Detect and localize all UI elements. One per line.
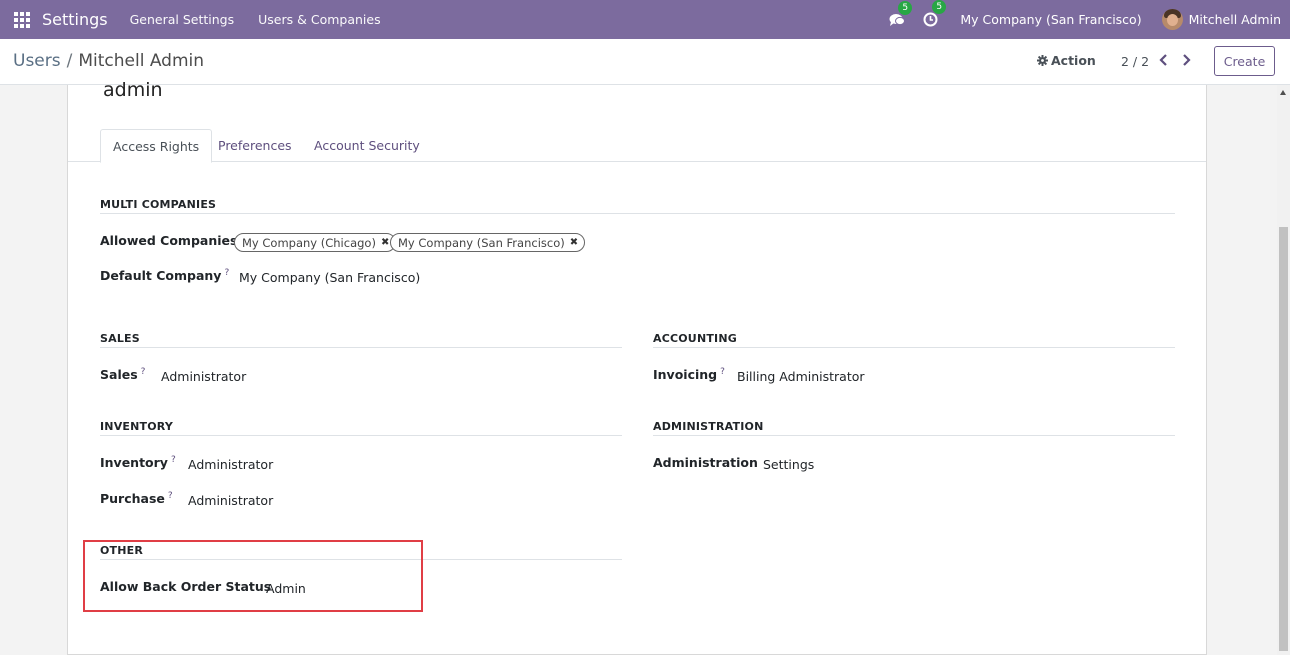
help-icon[interactable]: ? xyxy=(141,367,146,377)
breadcrumb: Users / Mitchell Admin xyxy=(13,51,204,71)
inventory-label: Inventory? xyxy=(100,455,176,470)
help-icon[interactable]: ? xyxy=(720,367,725,377)
group-title-inventory: INVENTORY xyxy=(100,420,174,433)
action-label: Action xyxy=(1051,53,1096,68)
messages-count-badge: 5 xyxy=(898,0,913,15)
administration-field[interactable]: Settings xyxy=(763,457,814,472)
help-icon[interactable]: ? xyxy=(224,268,229,278)
user-menu[interactable]: Mitchell Admin xyxy=(1161,9,1281,30)
group-divider xyxy=(100,213,1175,214)
menu-general-settings[interactable]: General Settings xyxy=(130,12,235,27)
chevron-right-icon[interactable] xyxy=(1180,53,1192,67)
group-title-sales: SALES xyxy=(100,332,140,345)
tag-remove-icon[interactable]: ✖ xyxy=(570,237,578,248)
tag-remove-icon[interactable]: ✖ xyxy=(381,237,389,248)
notebook-tabs: Access Rights Preferences Account Securi… xyxy=(68,129,1206,163)
inventory-label-text: Inventory xyxy=(100,455,168,471)
invoicing-field[interactable]: Billing Administrator xyxy=(737,369,865,384)
group-divider xyxy=(100,435,622,436)
activities-count-badge: 5 xyxy=(932,0,947,14)
login-field[interactable]: admin xyxy=(103,79,163,101)
tag-label: My Company (Chicago) xyxy=(242,235,376,250)
tab-account-security[interactable]: Account Security xyxy=(302,129,432,162)
group-title-multi-companies: MULTI COMPANIES xyxy=(100,198,217,211)
breadcrumb-current: Mitchell Admin xyxy=(78,51,205,71)
clock-icon xyxy=(923,12,938,27)
sales-field[interactable]: Administrator xyxy=(161,369,246,384)
messages-button[interactable]: 5 xyxy=(889,0,913,27)
avatar xyxy=(1161,9,1183,30)
tab-access-rights[interactable]: Access Rights xyxy=(100,129,213,163)
scroll-up-arrow-icon[interactable] xyxy=(1280,90,1286,95)
allowed-company-tag: My Company (San Francisco) ✖ xyxy=(390,233,586,252)
control-panel: Users / Mitchell Admin Action 2 / 2 Create xyxy=(0,39,1290,85)
company-switcher[interactable]: My Company (San Francisco) xyxy=(960,12,1141,27)
top-navbar: Settings General Settings Users & Compan… xyxy=(0,0,1290,39)
purchase-label: Purchase? xyxy=(100,491,173,506)
default-company-label: Default Company? xyxy=(100,268,229,283)
chat-icon xyxy=(889,13,906,26)
group-title-accounting: ACCOUNTING xyxy=(653,332,737,345)
group-divider xyxy=(653,435,1175,436)
group-divider xyxy=(100,347,622,348)
purchase-field[interactable]: Administrator xyxy=(188,493,273,508)
help-icon[interactable]: ? xyxy=(171,455,176,465)
app-name[interactable]: Settings xyxy=(42,10,108,29)
default-company-label-text: Default Company xyxy=(100,268,222,284)
highlight-annotation xyxy=(83,540,423,612)
user-name: Mitchell Admin xyxy=(1188,12,1281,27)
scrollbar-thumb[interactable] xyxy=(1279,227,1288,651)
gear-icon xyxy=(1037,55,1048,66)
invoicing-label: Invoicing? xyxy=(653,367,725,382)
apps-menu-icon[interactable] xyxy=(14,11,30,28)
default-company-field[interactable]: My Company (San Francisco) xyxy=(239,270,420,285)
invoicing-label-text: Invoicing xyxy=(653,367,718,383)
breadcrumb-users-link[interactable]: Users xyxy=(13,51,61,71)
action-button[interactable]: Action xyxy=(1037,53,1096,68)
inventory-field[interactable]: Administrator xyxy=(188,457,273,472)
menu-users-companies[interactable]: Users & Companies xyxy=(258,12,380,27)
administration-label: Administration xyxy=(653,455,758,470)
allowed-companies-label: Allowed Companies xyxy=(100,233,238,248)
help-icon[interactable]: ? xyxy=(168,491,173,501)
sales-label: Sales? xyxy=(100,367,145,382)
group-title-administration: ADMINISTRATION xyxy=(653,420,764,433)
group-divider xyxy=(653,347,1175,348)
create-button[interactable]: Create xyxy=(1214,46,1275,76)
tab-preferences[interactable]: Preferences xyxy=(206,129,304,162)
sales-label-text: Sales xyxy=(100,367,138,383)
purchase-label-text: Purchase xyxy=(100,491,165,507)
vertical-scrollbar[interactable] xyxy=(1277,85,1290,655)
pager-value[interactable]: 2 / 2 xyxy=(1121,54,1149,69)
tag-label: My Company (San Francisco) xyxy=(398,235,565,250)
breadcrumb-separator: / xyxy=(66,51,73,71)
chevron-left-icon[interactable] xyxy=(1158,53,1170,67)
allowed-company-tag: My Company (Chicago) ✖ xyxy=(234,233,397,252)
activities-button[interactable]: 5 xyxy=(923,0,947,27)
